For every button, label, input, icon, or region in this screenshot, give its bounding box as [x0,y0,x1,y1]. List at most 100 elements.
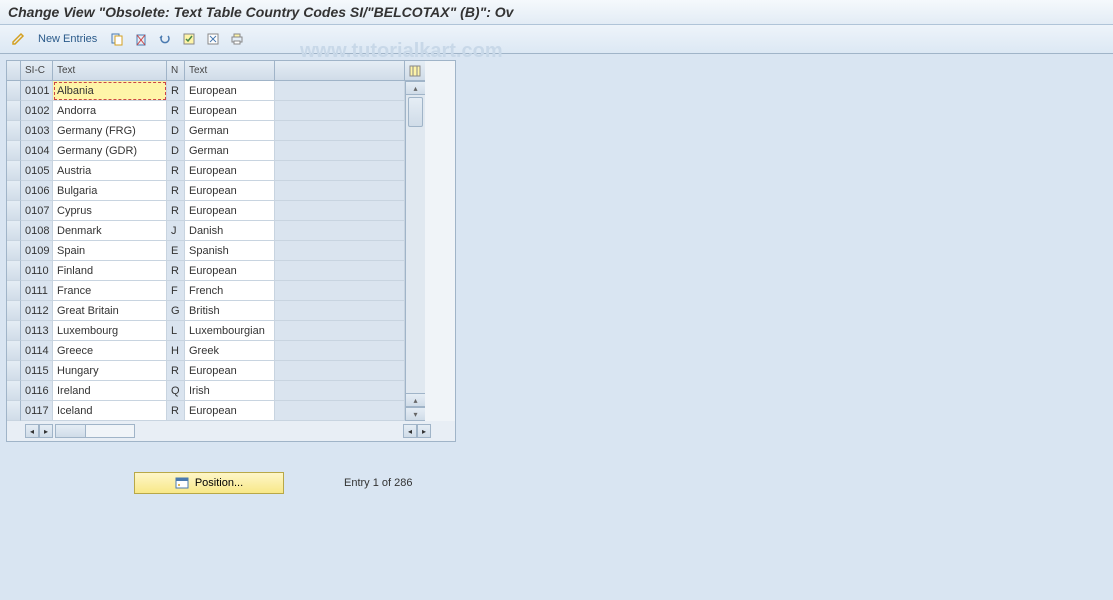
cell-text[interactable]: Greece [53,341,167,361]
row-selector[interactable] [7,141,21,161]
col-sic[interactable]: SI-C [21,61,53,81]
position-label: Position... [195,477,243,489]
cell-category[interactable]: Luxembourgian [185,321,275,341]
cell-category[interactable]: European [185,261,275,281]
cell-category[interactable]: European [185,161,275,181]
scroll-up-icon[interactable]: ▴ [406,81,425,95]
cell-category[interactable]: European [185,401,275,421]
vertical-scrollbar[interactable]: ▴▴▾ [405,81,425,421]
cell-text[interactable]: Luxembourg [53,321,167,341]
row-selector[interactable] [7,261,21,281]
row-selector[interactable] [7,241,21,261]
hscroll-right2-icon[interactable]: ▸ [417,424,431,438]
edit-icon[interactable] [8,29,28,49]
cell-category[interactable]: Danish [185,221,275,241]
cell-category[interactable]: European [185,201,275,221]
deselect-all-icon[interactable] [203,29,223,49]
row-selector[interactable] [7,121,21,141]
hscroll-left2-icon[interactable]: ◂ [403,424,417,438]
col-text[interactable]: Text [53,61,167,81]
col-selector[interactable] [7,61,21,81]
row-selector[interactable] [7,321,21,341]
cell-spacer [275,281,405,301]
cell-sic: 0108 [21,221,53,241]
cell-text[interactable]: Andorra [53,101,167,121]
cell-category[interactable]: French [185,281,275,301]
cell-category[interactable]: European [185,81,275,101]
cell-spacer [275,341,405,361]
row-selector[interactable] [7,301,21,321]
scroll-thumb[interactable] [408,97,423,127]
cell-spacer [275,261,405,281]
undo-icon[interactable] [155,29,175,49]
col-text2[interactable]: Text [185,61,275,81]
row-selector[interactable] [7,81,21,101]
scroll-up2-icon[interactable]: ▴ [406,393,425,407]
cell-category[interactable]: Greek [185,341,275,361]
cell-category[interactable]: European [185,361,275,381]
cell-category[interactable]: European [185,101,275,121]
row-selector[interactable] [7,341,21,361]
cell-text[interactable]: Ireland [53,381,167,401]
cell-text[interactable]: Finland [53,261,167,281]
row-selector[interactable] [7,161,21,181]
row-selector[interactable] [7,201,21,221]
table-settings-icon[interactable] [405,61,425,81]
cell-text[interactable]: Albania [53,81,167,101]
cell-category[interactable]: German [185,141,275,161]
cell-text[interactable]: Denmark [53,221,167,241]
hscroll-right-icon[interactable]: ▸ [39,424,53,438]
row-selector[interactable] [7,221,21,241]
cell-sic: 0115 [21,361,53,381]
cell-text[interactable]: Hungary [53,361,167,381]
hscroll-left-icon[interactable]: ◂ [25,424,39,438]
hscroll-track[interactable] [55,424,135,438]
row-selector[interactable] [7,361,21,381]
cell-n: D [167,141,185,161]
cell-text[interactable]: Iceland [53,401,167,421]
cell-sic: 0116 [21,381,53,401]
cell-sic: 0106 [21,181,53,201]
cell-sic: 0105 [21,161,53,181]
cell-category[interactable]: German [185,121,275,141]
cell-text[interactable]: Great Britain [53,301,167,321]
cell-category[interactable]: European [185,181,275,201]
horizontal-scrollbar[interactable]: ◂ ▸ ◂ ▸ [7,421,455,441]
cell-n: F [167,281,185,301]
new-entries-button[interactable]: New Entries [32,33,103,45]
delete-icon[interactable] [131,29,151,49]
cell-category[interactable]: British [185,301,275,321]
cell-spacer [275,201,405,221]
cell-category[interactable]: Irish [185,381,275,401]
scroll-down-icon[interactable]: ▾ [406,407,425,421]
cell-n: R [167,81,185,101]
row-selector[interactable] [7,401,21,421]
cell-spacer [275,401,405,421]
cell-category[interactable]: Spanish [185,241,275,261]
cell-n: E [167,241,185,261]
cell-text[interactable]: Spain [53,241,167,261]
cell-spacer [275,321,405,341]
cell-text[interactable]: Cyprus [53,201,167,221]
cell-sic: 0114 [21,341,53,361]
cell-text[interactable]: Germany (FRG) [53,121,167,141]
copy-icon[interactable] [107,29,127,49]
print-icon[interactable] [227,29,247,49]
data-table: SI-C Text N Text 0101AlbaniaREuropean▴▴▾… [6,60,456,442]
row-selector[interactable] [7,381,21,401]
cell-text[interactable]: France [53,281,167,301]
cell-spacer [275,161,405,181]
row-selector[interactable] [7,101,21,121]
cell-text[interactable]: Bulgaria [53,181,167,201]
cell-n: J [167,221,185,241]
cell-text[interactable]: Austria [53,161,167,181]
cell-n: H [167,341,185,361]
cell-text[interactable]: Germany (GDR) [53,141,167,161]
row-selector[interactable] [7,281,21,301]
position-button[interactable]: Position... [134,472,284,494]
col-n[interactable]: N [167,61,185,81]
cell-n: R [167,101,185,121]
row-selector[interactable] [7,181,21,201]
hscroll-thumb[interactable] [56,425,86,437]
select-all-icon[interactable] [179,29,199,49]
